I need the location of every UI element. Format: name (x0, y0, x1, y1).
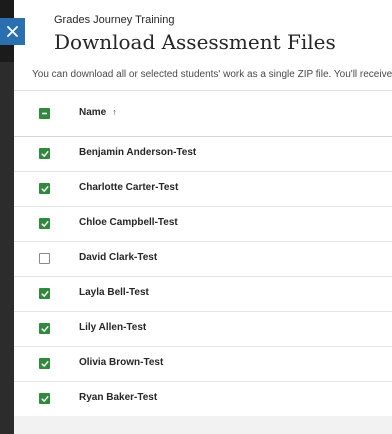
intro-text: You can download all or selected student… (32, 69, 392, 80)
student-checkbox[interactable] (39, 288, 50, 299)
checkmark-icon (40, 395, 49, 402)
student-checkbox[interactable] (39, 218, 50, 229)
course-name: Grades Journey Training (54, 14, 175, 26)
checkmark-icon (40, 220, 49, 227)
student-name: Charlotte Carter-Test (79, 182, 179, 193)
student-checkbox[interactable] (39, 323, 50, 334)
checkmark-icon (40, 150, 49, 157)
student-name: Layla Bell-Test (79, 287, 149, 298)
student-checkbox[interactable] (39, 253, 50, 264)
checkmark-icon (40, 290, 49, 297)
sort-ascending-icon: ↑ (112, 107, 117, 117)
name-column-header[interactable]: Name ↑ (79, 107, 117, 118)
table-row: Chloe Campbell-Test (14, 207, 392, 242)
table-header-row: Name ↑ (14, 91, 392, 137)
select-all-checkbox[interactable] (39, 108, 50, 119)
close-panel-button[interactable] (0, 18, 25, 45)
student-name: David Clark-Test (79, 252, 158, 263)
checkmark-icon (40, 360, 49, 367)
page-title: Download Assessment Files (54, 30, 336, 54)
checkmark-icon (40, 325, 49, 332)
close-icon (7, 26, 18, 37)
student-checkbox[interactable] (39, 358, 50, 369)
student-name: Olivia Brown-Test (79, 357, 164, 368)
students-table: Name ↑ Benjamin Anderson-Test Charlotte Ca… (14, 91, 392, 417)
table-row: Lily Allen-Test (14, 312, 392, 347)
student-name: Ryan Baker-Test (79, 392, 158, 403)
table-row: Benjamin Anderson-Test (14, 137, 392, 172)
student-checkbox[interactable] (39, 393, 50, 404)
table-row: Ryan Baker-Test (14, 382, 392, 417)
table-row: Charlotte Carter-Test (14, 172, 392, 207)
student-checkbox[interactable] (39, 148, 50, 159)
student-name: Chloe Campbell-Test (79, 217, 178, 228)
student-name: Benjamin Anderson-Test (79, 147, 197, 158)
table-row: Olivia Brown-Test (14, 347, 392, 382)
page-backdrop (0, 0, 14, 434)
student-checkbox[interactable] (39, 183, 50, 194)
table-row: David Clark-Test (14, 242, 392, 277)
panel-footer (14, 416, 392, 434)
checkmark-icon (40, 185, 49, 192)
student-name: Lily Allen-Test (79, 322, 147, 333)
name-column-label: Name (79, 107, 107, 118)
minus-icon (42, 112, 47, 115)
table-row: Layla Bell-Test (14, 277, 392, 312)
table-body: Benjamin Anderson-Test Charlotte Carter-T… (14, 137, 392, 417)
